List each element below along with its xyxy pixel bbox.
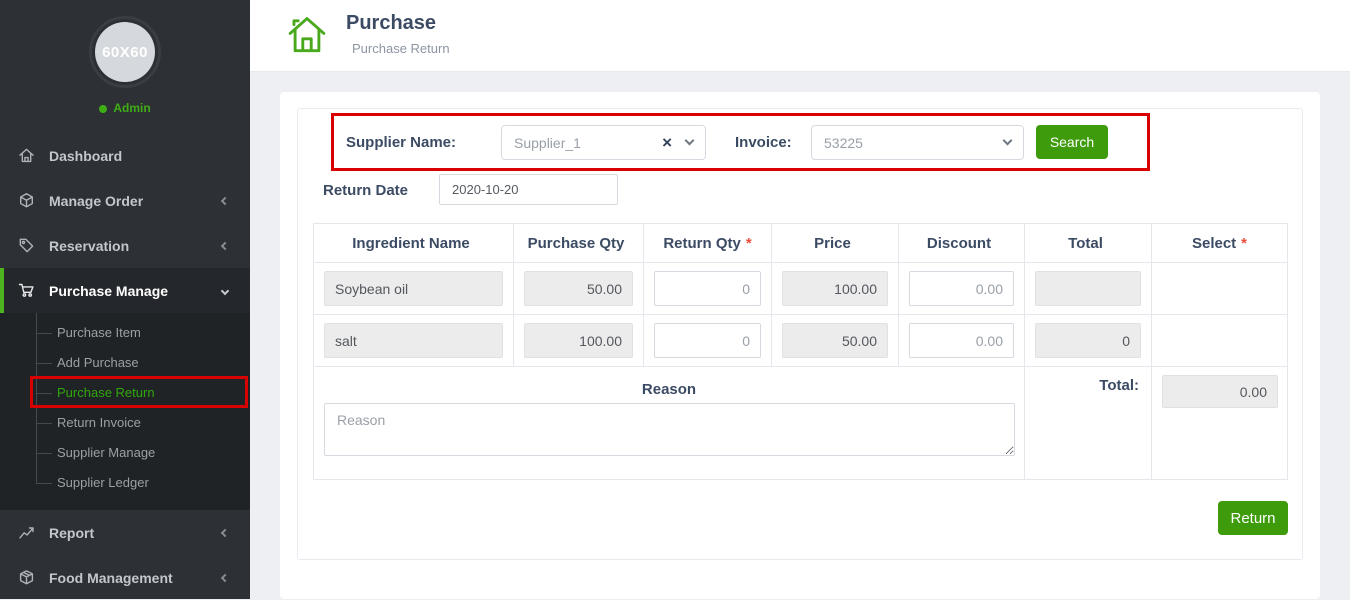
purchase-qty-input: [524, 323, 633, 358]
return-items-table: Ingredient Name Purchase Qty Return Qty*…: [313, 223, 1288, 480]
price-input: [782, 323, 888, 358]
sidebar-item-label: Reservation: [49, 238, 129, 254]
col-header-select: Select*: [1152, 224, 1287, 262]
page-subtitle: Purchase Return: [352, 41, 450, 56]
return-button[interactable]: Return: [1218, 501, 1288, 535]
col-header-price: Price: [772, 224, 899, 262]
table-header-row: Ingredient Name Purchase Qty Return Qty*…: [314, 224, 1287, 262]
purchase-manage-submenu: Purchase Item Add Purchase Purchase Retu…: [0, 313, 250, 510]
box-icon: [18, 569, 36, 586]
invoice-select-value: 53225: [824, 135, 1004, 151]
table-footer-row: Reason Total:: [314, 366, 1287, 479]
avatar-ring: 60X60: [89, 16, 161, 88]
clear-icon[interactable]: ×: [662, 133, 672, 153]
page-title: Purchase: [346, 12, 436, 35]
reason-label: Reason: [314, 381, 1024, 398]
return-qty-input[interactable]: [654, 271, 761, 306]
row-total-input: [1035, 323, 1141, 358]
submenu-item-add-purchase[interactable]: Add Purchase: [0, 348, 250, 378]
col-header-ingredient-name: Ingredient Name: [314, 224, 514, 262]
sidebar: 60X60 Admin Dashboard Manage Order Reser…: [0, 0, 250, 599]
grand-total-input: [1162, 375, 1278, 408]
sidebar-item-food-management[interactable]: Food Management: [0, 555, 250, 600]
invoice-label: Invoice:: [735, 134, 792, 151]
ingredient-name-input: [324, 323, 503, 358]
reason-textarea[interactable]: [324, 403, 1015, 456]
chevron-left-icon: [221, 528, 229, 536]
sidebar-item-label: Report: [49, 525, 94, 541]
chevron-left-icon: [221, 573, 229, 581]
col-header-purchase-qty: Purchase Qty: [514, 224, 644, 262]
row-total-input: [1035, 271, 1141, 306]
sidebar-item-dashboard[interactable]: Dashboard: [0, 133, 250, 178]
sidebar-menu: Dashboard Manage Order Reservation Purch…: [0, 133, 250, 600]
sidebar-item-label: Purchase Manage: [49, 283, 168, 299]
sidebar-item-label: Dashboard: [49, 148, 122, 164]
invoice-select[interactable]: 53225: [811, 125, 1024, 160]
sidebar-item-manage-order[interactable]: Manage Order: [0, 178, 250, 223]
chevron-down-icon: [685, 136, 695, 146]
supplier-select[interactable]: Supplier_1 ×: [501, 125, 706, 160]
discount-input[interactable]: [909, 323, 1014, 358]
cart-icon: [18, 282, 36, 299]
chevron-left-icon: [221, 241, 229, 249]
purchase-qty-input: [524, 271, 633, 306]
return-qty-input[interactable]: [654, 323, 761, 358]
submenu-item-supplier-ledger[interactable]: Supplier Ledger: [0, 468, 250, 498]
return-date-label: Return Date: [323, 182, 408, 199]
submenu-item-return-invoice[interactable]: Return Invoice: [0, 408, 250, 438]
submenu-item-supplier-manage[interactable]: Supplier Manage: [0, 438, 250, 468]
submenu-item-purchase-item[interactable]: Purchase Item: [0, 318, 250, 348]
sidebar-item-label: Food Management: [49, 570, 173, 586]
select-cell[interactable]: [1152, 315, 1287, 366]
supplier-name-label: Supplier Name:: [346, 134, 456, 151]
table-row: [314, 314, 1287, 366]
chart-line-icon: [18, 524, 36, 541]
home-icon: [284, 12, 330, 63]
col-header-total: Total: [1025, 224, 1152, 262]
sidebar-item-label: Manage Order: [49, 193, 143, 209]
chevron-down-icon: [221, 286, 229, 294]
cube-icon: [18, 192, 36, 209]
discount-input[interactable]: [909, 271, 1014, 306]
chevron-down-icon: [1003, 136, 1013, 146]
online-status-dot: [99, 105, 107, 113]
grand-total-label: Total:: [1025, 367, 1152, 479]
col-header-return-qty: Return Qty*: [644, 224, 772, 262]
chevron-left-icon: [221, 196, 229, 204]
tag-icon: [18, 237, 36, 254]
return-date-input[interactable]: [439, 174, 618, 205]
profile-section: 60X60 Admin: [0, 0, 250, 115]
purchase-return-card: Supplier Name: Supplier_1 × Invoice: 532…: [297, 108, 1303, 560]
avatar: 60X60: [95, 22, 155, 82]
content-panel: Supplier Name: Supplier_1 × Invoice: 532…: [280, 92, 1320, 599]
sidebar-item-report[interactable]: Report: [0, 510, 250, 555]
supplier-select-value: Supplier_1: [514, 135, 662, 151]
submenu-item-purchase-return[interactable]: Purchase Return: [0, 378, 250, 408]
select-cell[interactable]: [1152, 263, 1287, 314]
sidebar-item-reservation[interactable]: Reservation: [0, 223, 250, 268]
col-header-discount: Discount: [899, 224, 1025, 262]
table-row: [314, 262, 1287, 314]
reason-cell: Reason: [314, 367, 1025, 479]
sidebar-item-purchase-manage[interactable]: Purchase Manage: [0, 268, 250, 313]
page-header: Purchase Purchase Return: [250, 0, 1350, 72]
home-icon: [18, 147, 36, 164]
ingredient-name-input: [324, 271, 503, 306]
search-button[interactable]: Search: [1036, 125, 1108, 159]
user-status: Admin: [0, 101, 250, 115]
price-input: [782, 271, 888, 306]
user-status-label: Admin: [113, 101, 150, 115]
